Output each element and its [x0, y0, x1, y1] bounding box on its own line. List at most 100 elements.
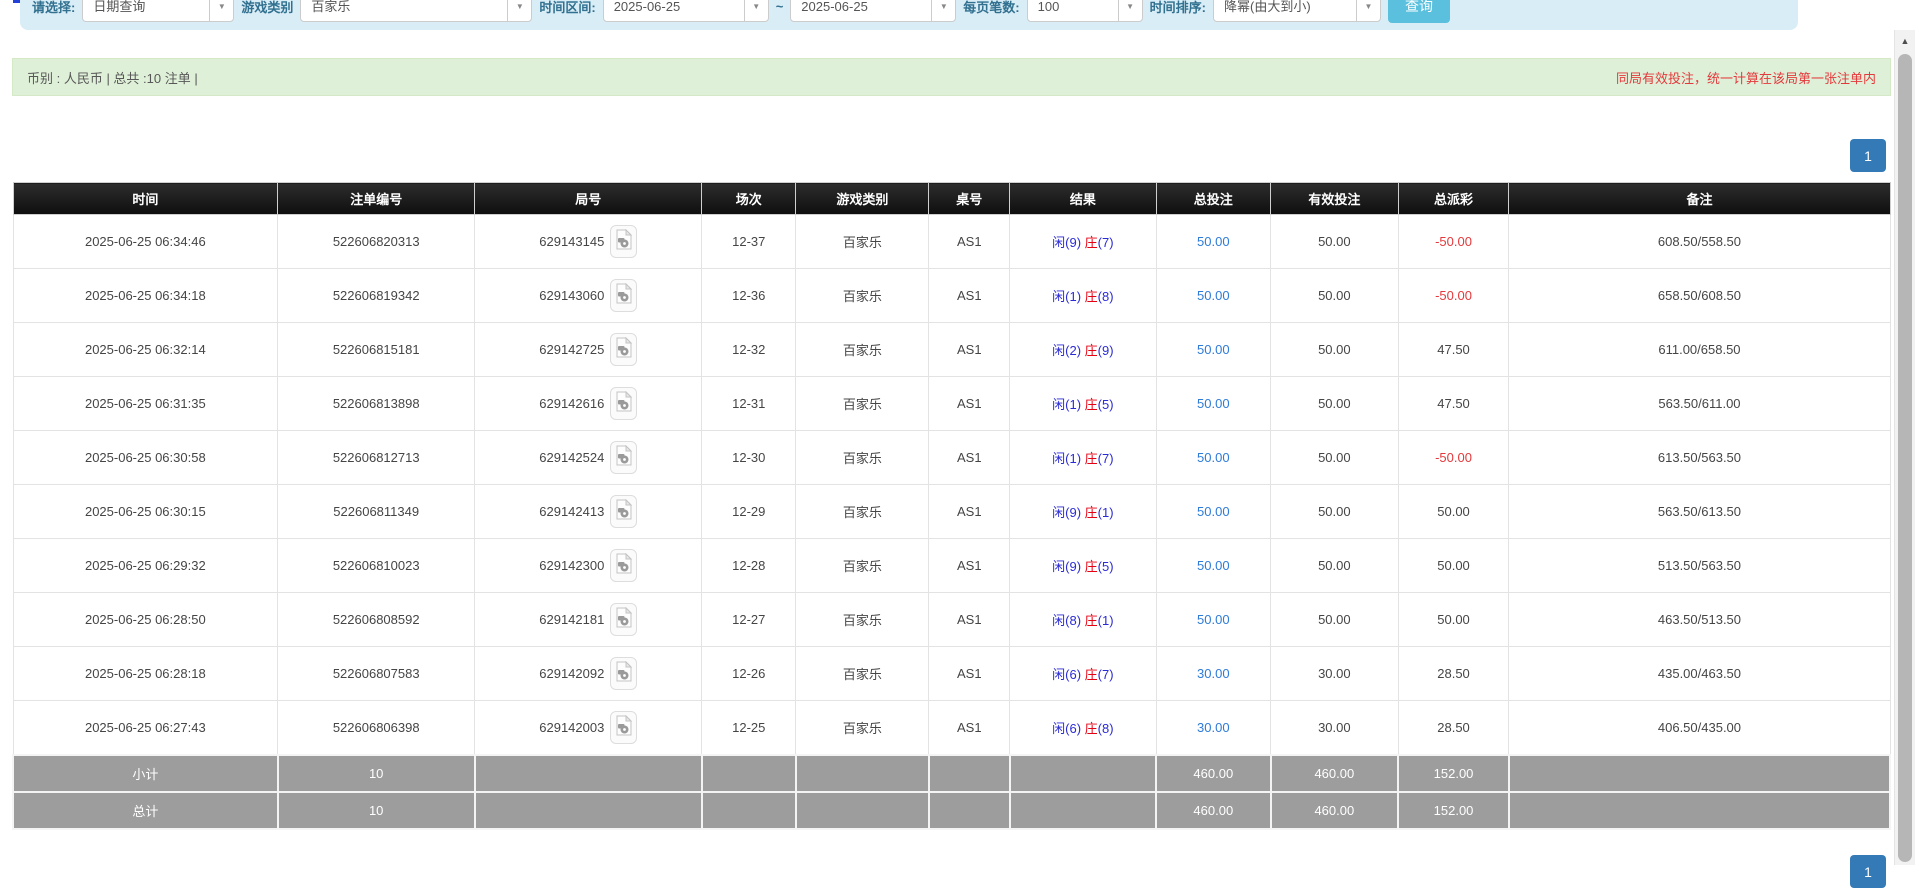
same-round-notice: 同局有效投注，统一计算在该局第一张注单内: [1616, 68, 1876, 87]
total-bet-link[interactable]: 50.00: [1197, 558, 1230, 573]
sort-select[interactable]: 降幂(由大到小) ▼: [1213, 0, 1381, 22]
report-type-select[interactable]: 日期查询 ▼: [82, 0, 234, 22]
scrollbar-thumb[interactable]: [1898, 54, 1912, 862]
table-number: AS1: [929, 269, 1010, 323]
round-id: 629143060: [539, 288, 604, 303]
table-row: 2025-06-25 06:30:58 522606812713 6291425…: [13, 431, 1890, 485]
video-replay-button[interactable]: [610, 333, 637, 366]
valid-bet: 50.00: [1271, 539, 1399, 593]
video-replay-button[interactable]: [610, 225, 637, 258]
table-row: 2025-06-25 06:27:43 522606806398 6291420…: [13, 701, 1890, 755]
table-number: AS1: [929, 701, 1010, 755]
search-button[interactable]: 查询: [1388, 0, 1450, 23]
game-result: 闲(9) 庄(5): [1010, 539, 1156, 593]
table-number: AS1: [929, 323, 1010, 377]
valid-bet: 50.00: [1271, 269, 1399, 323]
table-number: AS1: [929, 431, 1010, 485]
video-icon: [615, 715, 633, 740]
banker-result-points: (9): [1098, 343, 1114, 358]
bet-id: 522606813898: [278, 377, 475, 431]
game-result: 闲(2) 庄(9): [1010, 323, 1156, 377]
page-button-1-top[interactable]: 1: [1850, 139, 1886, 172]
total-bet-link[interactable]: 50.00: [1197, 234, 1230, 249]
round-cell: 629143145: [475, 215, 702, 269]
valid-bet: 50.00: [1271, 377, 1399, 431]
payout: -50.00: [1398, 431, 1509, 485]
table-row: 2025-06-25 06:34:18 522606819342 6291430…: [13, 269, 1890, 323]
video-replay-button[interactable]: [610, 279, 637, 312]
video-replay-button[interactable]: [610, 657, 637, 690]
bet-id: 522606806398: [278, 701, 475, 755]
column-header: 时间: [13, 183, 278, 215]
player-result: 闲(9): [1052, 235, 1081, 250]
subtotal-row: 小计 10 460.00 460.00 152.00: [13, 755, 1890, 792]
banker-result-label: 庄: [1085, 613, 1098, 628]
total-bet-link[interactable]: 30.00: [1197, 666, 1230, 681]
sort-label: 时间排序:: [1150, 0, 1206, 16]
video-icon: [615, 283, 633, 308]
date-from-value: 2025-06-25: [614, 0, 681, 14]
total-bet-link[interactable]: 50.00: [1197, 450, 1230, 465]
bet-time: 2025-06-25 06:34:18: [13, 269, 278, 323]
page-size-select[interactable]: 100 ▼: [1027, 0, 1143, 22]
banker-result-label: 庄: [1085, 559, 1098, 574]
page-size-value: 100: [1038, 0, 1060, 14]
valid-bet: 50.00: [1271, 593, 1399, 647]
round-id: 629142725: [539, 342, 604, 357]
game-type: 百家乐: [796, 647, 929, 701]
total-bet-link[interactable]: 50.00: [1197, 396, 1230, 411]
report-type-value: 日期查询: [93, 0, 145, 14]
bet-records-table: 时间注单编号局号场次游戏类别桌号结果总投注有效投注总派彩备注 2025-06-2…: [12, 182, 1891, 830]
total-bet-link[interactable]: 50.00: [1197, 504, 1230, 519]
payout: -50.00: [1398, 215, 1509, 269]
chevron-down-icon: ▼: [209, 0, 233, 21]
video-replay-button[interactable]: [610, 711, 637, 744]
bet-time: 2025-06-25 06:28:50: [13, 593, 278, 647]
round-id: 629142413: [539, 504, 604, 519]
remark: 463.50/513.50: [1509, 593, 1890, 647]
total-bet-link[interactable]: 50.00: [1197, 342, 1230, 357]
total-bet-link[interactable]: 50.00: [1197, 288, 1230, 303]
table-row: 2025-06-25 06:32:14 522606815181 6291427…: [13, 323, 1890, 377]
player-result: 闲(1): [1052, 397, 1081, 412]
payout: 47.50: [1398, 323, 1509, 377]
session-number: 12-25: [702, 701, 796, 755]
video-replay-button[interactable]: [610, 549, 637, 582]
scroll-up-arrow[interactable]: ▲: [1895, 30, 1915, 52]
game-type: 百家乐: [796, 215, 929, 269]
column-header: 总派彩: [1398, 183, 1509, 215]
table-number: AS1: [929, 539, 1010, 593]
round-id: 629142616: [539, 396, 604, 411]
table-number: AS1: [929, 215, 1010, 269]
video-replay-button[interactable]: [610, 387, 637, 420]
subtotal-valid-bet: 460.00: [1271, 755, 1399, 792]
date-from-select[interactable]: 2025-06-25 ▼: [603, 0, 769, 22]
page-button-1-bottom[interactable]: 1: [1850, 855, 1886, 888]
page-size-label: 每页笔数:: [963, 0, 1019, 16]
bet-id: 522606807583: [278, 647, 475, 701]
bet-time: 2025-06-25 06:27:43: [13, 701, 278, 755]
banker-result-label: 庄: [1085, 667, 1098, 682]
video-replay-button[interactable]: [610, 495, 637, 528]
game-result: 闲(1) 庄(7): [1010, 431, 1156, 485]
valid-bet: 30.00: [1271, 701, 1399, 755]
column-header: 有效投注: [1271, 183, 1399, 215]
payout: 50.00: [1398, 593, 1509, 647]
column-header: 结果: [1010, 183, 1156, 215]
total-bet-link[interactable]: 30.00: [1197, 720, 1230, 735]
column-header: 总投注: [1156, 183, 1270, 215]
banker-result-points: (5): [1098, 397, 1114, 412]
game-type: 百家乐: [796, 377, 929, 431]
video-replay-button[interactable]: [610, 603, 637, 636]
valid-bet: 50.00: [1271, 323, 1399, 377]
total-bet-link[interactable]: 50.00: [1197, 612, 1230, 627]
banker-result-points: (7): [1098, 667, 1114, 682]
video-replay-button[interactable]: [610, 441, 637, 474]
round-id: 629142300: [539, 558, 604, 573]
game-type-select[interactable]: 百家乐 ▼: [300, 0, 532, 22]
scrollbar: ▲: [1894, 30, 1915, 865]
date-to-select[interactable]: 2025-06-25 ▼: [790, 0, 956, 22]
banker-result-points: (1): [1098, 505, 1114, 520]
round-cell: 629142181: [475, 593, 702, 647]
banker-result-label: 庄: [1085, 505, 1098, 520]
